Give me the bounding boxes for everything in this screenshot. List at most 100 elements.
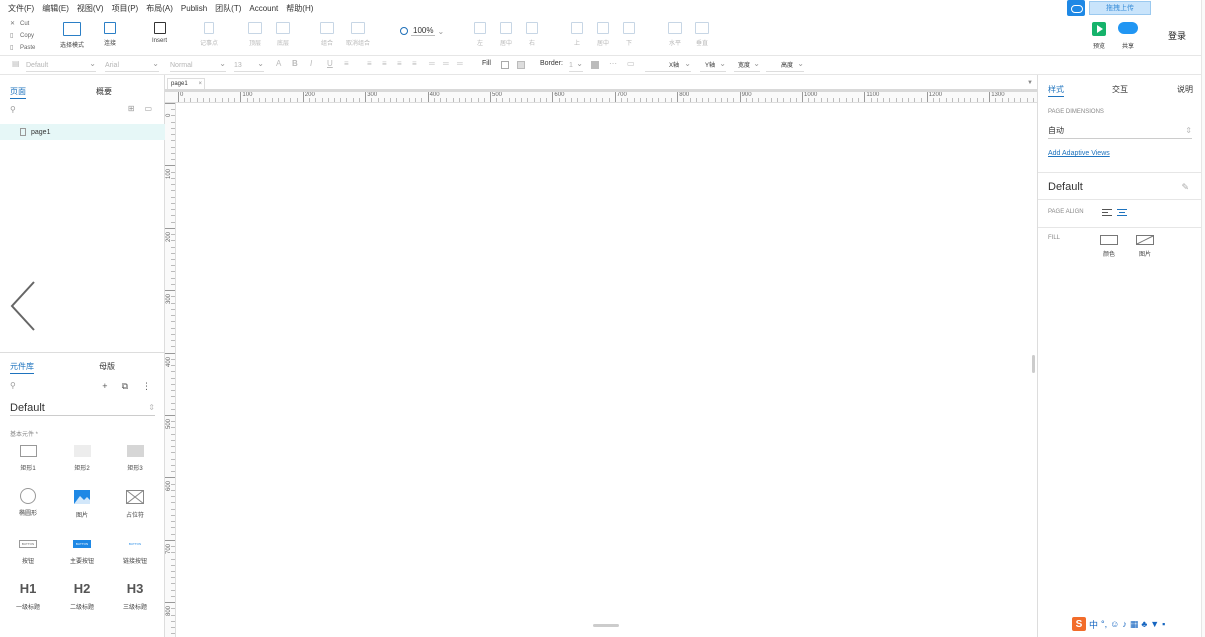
- tabs-menu-icon[interactable]: ▼: [1027, 80, 1033, 86]
- widget-h2[interactable]: H2 二级标题: [55, 582, 109, 612]
- menu-publish[interactable]: Publish: [177, 4, 211, 13]
- zoom-control[interactable]: 100% ⌄: [400, 26, 444, 36]
- add-folder-icon[interactable]: ▭: [144, 104, 152, 113]
- add-library-icon[interactable]: +: [102, 381, 107, 392]
- border-color-swatch[interactable]: [591, 61, 599, 69]
- widget-link-button[interactable]: BUTTON 链接按钮: [108, 540, 162, 565]
- emoji-icon[interactable]: ☺: [1110, 619, 1119, 629]
- border-visibility-icon[interactable]: ▭: [627, 59, 635, 68]
- distribute-v-button[interactable]: 垂直: [695, 22, 709, 47]
- italic-icon[interactable]: I: [310, 59, 312, 68]
- valign-top-icon[interactable]: ═: [429, 59, 435, 68]
- menu-team[interactable]: 团队(T): [211, 3, 245, 14]
- tab-style[interactable]: 样式: [1048, 84, 1064, 97]
- keyboard-icon[interactable]: ▦: [1130, 619, 1139, 630]
- edit-style-icon[interactable]: ✎: [1181, 182, 1189, 193]
- vertical-ruler[interactable]: 0 100 200 300 400 500 600 700 800: [165, 103, 176, 637]
- widget-h3[interactable]: H3 三级标题: [108, 582, 162, 612]
- close-tab-icon[interactable]: ×: [198, 79, 202, 89]
- align-left-button[interactable]: 左: [474, 22, 486, 47]
- tab-masters[interactable]: 母版: [99, 361, 115, 372]
- width-input[interactable]: [734, 57, 760, 72]
- bold-icon[interactable]: B: [292, 59, 298, 68]
- font-weight-select[interactable]: Normal: [170, 57, 226, 72]
- tab-interactions[interactable]: 交互: [1112, 84, 1128, 95]
- widget-image[interactable]: 图片: [55, 490, 109, 519]
- align-bottom-button[interactable]: 下: [623, 22, 635, 47]
- send-bottom-button[interactable]: 底层: [276, 22, 290, 47]
- underline-icon[interactable]: U: [327, 59, 333, 68]
- zoom-value[interactable]: 100%: [411, 26, 436, 36]
- search-icon[interactable]: ⚲: [10, 105, 16, 114]
- text-align-center-icon[interactable]: ≡: [382, 59, 387, 68]
- skin-icon[interactable]: ▼: [1150, 619, 1159, 629]
- distribute-h-button[interactable]: 水平: [668, 22, 682, 47]
- widget-rect2[interactable]: 矩形2: [55, 445, 109, 472]
- menu-arrange[interactable]: 布局(A): [142, 3, 177, 14]
- height-input[interactable]: [766, 57, 804, 72]
- widget-rect3[interactable]: 矩形3: [108, 445, 162, 472]
- sogou-icon[interactable]: S: [1072, 617, 1086, 631]
- add-adaptive-views-link[interactable]: Add Adaptive Views: [1048, 150, 1110, 157]
- valign-bottom-icon[interactable]: ═: [457, 59, 463, 68]
- widget-primary-button[interactable]: BUTTON 主要按钮: [55, 540, 109, 565]
- cloud-logo-icon[interactable]: [1067, 0, 1085, 16]
- add-page-icon[interactable]: ⊞: [128, 104, 135, 113]
- login-button[interactable]: 登录: [1168, 29, 1186, 42]
- menu-edit[interactable]: 编辑(E): [38, 3, 73, 14]
- punctuation-icon[interactable]: °,: [1101, 619, 1107, 629]
- more-icon[interactable]: ⋮: [142, 381, 151, 392]
- align-center-button[interactable]: 居中: [500, 22, 512, 47]
- text-align-left-icon[interactable]: ≡: [367, 59, 372, 68]
- fill-color-swatch[interactable]: [501, 61, 509, 69]
- copy-library-icon[interactable]: ⧉: [122, 381, 128, 392]
- bullet-list-icon[interactable]: ≡: [344, 59, 349, 68]
- menu-file[interactable]: 文件(F): [0, 3, 38, 14]
- tab-notes[interactable]: 说明: [1177, 84, 1193, 95]
- horizontal-ruler[interactable]: 0 100 200 300 400 500 600 700 800 900 1000 1100 1200…: [165, 92, 1037, 103]
- style-select[interactable]: Default: [26, 57, 96, 72]
- library-select[interactable]: Default: [10, 402, 155, 416]
- x-input[interactable]: [645, 57, 691, 72]
- cut-button[interactable]: ✕ Cut: [10, 18, 35, 30]
- tab-outline[interactable]: 概要: [96, 86, 112, 97]
- widget-h1[interactable]: H1 一级标题: [1, 582, 55, 612]
- library-search-icon[interactable]: ⚲: [10, 381, 16, 390]
- canvas-area[interactable]: page1 × ▼ ⊕ 0100200300400500600700800900…: [165, 75, 1037, 637]
- bring-top-button[interactable]: 顶层: [248, 22, 262, 47]
- font-size-select[interactable]: 13: [234, 57, 264, 72]
- tab-pages[interactable]: 页面: [10, 86, 26, 99]
- menu-grid-icon[interactable]: ▪: [1162, 619, 1165, 629]
- group-button[interactable]: 组合: [320, 22, 334, 47]
- menu-account[interactable]: Account: [245, 4, 282, 13]
- align-top-button[interactable]: 上: [571, 22, 583, 47]
- mic-icon[interactable]: ♪: [1122, 619, 1127, 629]
- border-width-input[interactable]: 1: [569, 57, 583, 72]
- shadow-swatch[interactable]: [517, 61, 525, 69]
- insert-button[interactable]: Insert: [152, 22, 167, 44]
- vertical-scrollbar[interactable]: [1032, 355, 1035, 373]
- y-input[interactable]: [700, 57, 726, 72]
- font-select[interactable]: Arial: [105, 57, 159, 72]
- tab-library[interactable]: 元件库: [10, 361, 34, 374]
- valign-middle-icon[interactable]: ═: [443, 59, 449, 68]
- ungroup-button[interactable]: 取消组合: [346, 22, 370, 47]
- fill-image-option[interactable]: 图片: [1136, 235, 1154, 258]
- text-color-icon[interactable]: A: [276, 59, 281, 68]
- menu-help[interactable]: 帮助(H): [282, 3, 317, 14]
- user-icon[interactable]: ♣: [1141, 619, 1147, 629]
- align-right-button[interactable]: 右: [526, 22, 538, 47]
- menu-project[interactable]: 项目(P): [108, 3, 143, 14]
- text-align-right-icon[interactable]: ≡: [397, 59, 402, 68]
- cloud-upload-button[interactable]: 拖拽上传: [1089, 1, 1151, 15]
- share-button[interactable]: 共享: [1118, 22, 1138, 50]
- text-justify-icon[interactable]: ≡: [412, 59, 417, 68]
- widget-button[interactable]: BUTTON 按钮: [1, 540, 55, 565]
- widget-ellipse[interactable]: 椭圆形: [1, 488, 55, 517]
- fill-color-option[interactable]: 颜色: [1100, 235, 1118, 258]
- copy-button[interactable]: ▯ Copy: [10, 30, 35, 42]
- widget-placeholder[interactable]: 占位符: [108, 490, 162, 519]
- page-list-item[interactable]: page1: [0, 124, 165, 140]
- page-align-left-icon[interactable]: [1102, 209, 1112, 217]
- ime-mode[interactable]: 中: [1089, 618, 1098, 631]
